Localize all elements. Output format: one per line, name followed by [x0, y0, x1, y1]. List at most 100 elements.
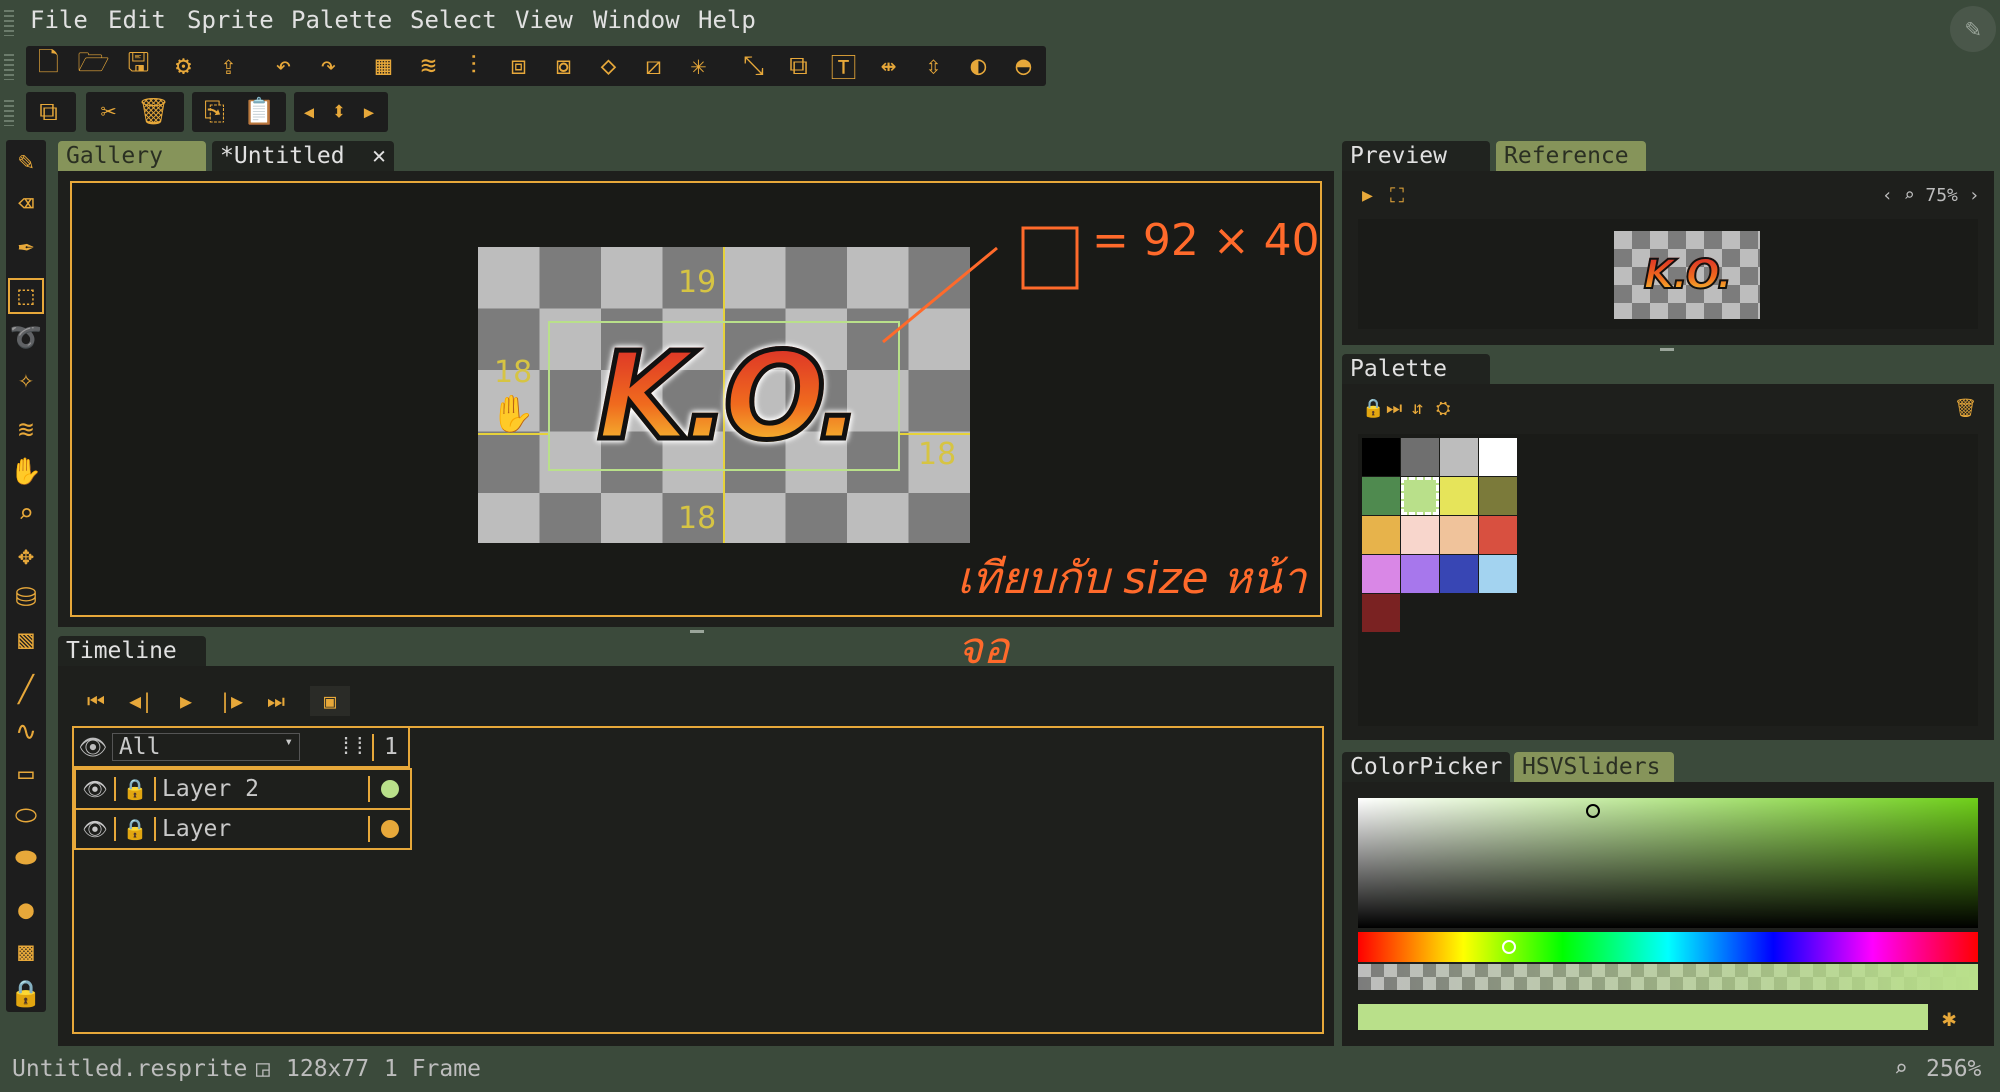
fill-pattern-icon[interactable]: ≋	[6, 410, 46, 450]
palette-swatch[interactable]	[1440, 516, 1478, 554]
saturation-value-field[interactable]	[1358, 798, 1978, 928]
tab-gallery[interactable]: Gallery	[58, 141, 206, 171]
editor-canvas-frame[interactable]: 19 18 18 18 ✋ K.O. = 92 × 40 เทียบกับ si…	[70, 181, 1322, 674]
tab-palette[interactable]: Palette	[1342, 354, 1490, 384]
arrow-right-icon[interactable]: ▸	[354, 92, 384, 132]
eraser-icon[interactable]: ⌫	[6, 184, 46, 224]
first-frame-icon[interactable]: ⏮	[76, 686, 116, 716]
gradient-icon[interactable]: ▧	[6, 620, 46, 660]
visibility-eye-icon[interactable]: 👁	[76, 777, 116, 801]
tile-vertical-icon[interactable]: ⧇	[541, 46, 586, 86]
menu-edit[interactable]: Edit	[108, 6, 166, 34]
eye-icon[interactable]: 👁	[74, 734, 112, 761]
crop-selection-icon[interactable]: ⧉	[26, 92, 71, 132]
tab-hsvsliders[interactable]: HSVSliders	[1514, 752, 1674, 782]
flip-vertical-icon[interactable]: ⇳	[911, 46, 956, 86]
menu-help[interactable]: Help	[698, 6, 756, 34]
palette-swatch[interactable]	[1479, 477, 1517, 515]
filled-ellipse-icon[interactable]: ⬬	[6, 838, 46, 878]
paste-icon[interactable]: 📋	[237, 92, 282, 132]
palette-lock-icon[interactable]: 🔒	[1362, 398, 1384, 419]
palette-swatch[interactable]	[1479, 438, 1517, 476]
arrow-left-icon[interactable]: ◂	[294, 92, 324, 132]
tab-timeline[interactable]: Timeline	[58, 636, 206, 666]
fullscreen-icon[interactable]: ⛶	[1390, 183, 1404, 207]
grid-dots-icon[interactable]: ⁞⁞	[334, 733, 374, 761]
magic-wand-icon[interactable]: ✧	[6, 360, 46, 400]
mirror-icon[interactable]: ◐	[956, 46, 1001, 86]
palette-swatch[interactable]	[1401, 555, 1439, 593]
menu-select[interactable]: Select	[410, 6, 497, 34]
frame-number[interactable]: 1	[374, 734, 408, 760]
curve-icon[interactable]: ∿	[6, 712, 46, 752]
palette-swatch[interactable]	[1362, 594, 1400, 632]
tab-colorpicker[interactable]: ColorPicker	[1342, 752, 1510, 782]
dither-icon[interactable]: ▩	[6, 932, 46, 972]
hue-cursor[interactable]	[1502, 940, 1516, 954]
palette-swatch[interactable]	[1440, 477, 1478, 515]
palette-swatch[interactable]	[1401, 438, 1439, 476]
loop-icon[interactable]: ▣	[310, 686, 350, 716]
symmetry-icon[interactable]: ✳	[676, 46, 721, 86]
rectangle-icon[interactable]: ▭	[6, 754, 46, 794]
lock-tool-icon[interactable]: 🔒	[6, 974, 46, 1014]
palette-swatch[interactable]	[1440, 438, 1478, 476]
next-frame-icon[interactable]: |▶	[211, 686, 251, 716]
menu-palette[interactable]: Palette	[291, 6, 392, 34]
eyedropper-icon[interactable]: ✒	[6, 226, 46, 266]
shading-icon[interactable]: ●	[6, 890, 46, 930]
tab-reference[interactable]: Reference	[1496, 141, 1646, 171]
alpha-slider[interactable]	[1358, 964, 1978, 990]
visibility-eye-icon[interactable]: 👁	[76, 817, 116, 841]
hue-slider[interactable]	[1358, 932, 1978, 962]
bucket-icon[interactable]: ⛁	[6, 578, 46, 618]
redo-icon[interactable]: ↷	[306, 46, 351, 86]
sv-cursor[interactable]	[1586, 804, 1600, 818]
last-frame-icon[interactable]: ⏭	[256, 686, 296, 716]
lasso-icon[interactable]: ➰	[6, 318, 46, 358]
line-icon[interactable]: ╱	[6, 670, 46, 710]
layer-row-layer2[interactable]: 👁 🔒 Layer 2	[74, 768, 412, 810]
lock-icon[interactable]: 🔒	[116, 777, 156, 801]
text-icon[interactable]: 🅃	[821, 46, 866, 86]
palette-swatch[interactable]	[1362, 438, 1400, 476]
palette-swatch[interactable]	[1362, 555, 1400, 593]
resize-icon[interactable]: ⤡	[731, 46, 776, 86]
arrow-updown-icon[interactable]: ⬍	[324, 92, 354, 132]
preview-play-icon[interactable]: ▶	[1362, 185, 1373, 206]
layers-icon[interactable]: ≋	[406, 46, 451, 86]
duplicate-icon[interactable]: ⧉	[776, 46, 821, 86]
pencil-icon[interactable]: ✎	[6, 142, 46, 182]
palette-delete-icon[interactable]: 🗑	[1954, 398, 1977, 419]
layer-name[interactable]: Layer 2	[156, 776, 370, 802]
palette-swatch[interactable]	[1362, 477, 1400, 515]
menu-view[interactable]: View	[515, 6, 573, 34]
toolbar2-grip[interactable]	[4, 100, 14, 126]
menu-grip[interactable]	[4, 10, 14, 36]
outline-icon[interactable]: ◓	[1001, 46, 1046, 86]
adjust-sliders-icon[interactable]: ⫶	[451, 46, 496, 86]
palette-merge-icon[interactable]: ⛭	[1436, 398, 1450, 419]
trash-icon[interactable]: 🗑	[131, 92, 176, 132]
splitter-handle[interactable]	[690, 630, 704, 633]
edit-pencil-icon[interactable]: ✎	[1950, 6, 1996, 52]
lock-icon[interactable]: 🔒	[116, 817, 156, 841]
toolbar-grip[interactable]	[4, 54, 14, 80]
splitter-handle-right[interactable]	[1660, 348, 1674, 351]
layer-name[interactable]: Layer	[156, 816, 370, 842]
cel-cell[interactable]	[370, 820, 410, 838]
palette-swatch[interactable]	[1362, 516, 1400, 554]
export-icon[interactable]: ⇪	[206, 46, 251, 86]
tab-untitled[interactable]: *Untitled ✕	[212, 141, 394, 171]
layer-row-layer[interactable]: 👁 🔒 Layer	[74, 808, 412, 850]
ellipse-icon[interactable]: ⬭	[6, 796, 46, 836]
palette-swatch[interactable]	[1440, 555, 1478, 593]
rect-select-icon[interactable]: ⬚	[6, 276, 46, 316]
palette-swatch[interactable]	[1479, 516, 1517, 554]
palette-sort-icon[interactable]: ⇵	[1412, 398, 1423, 419]
zoom-icon[interactable]: ⌕	[6, 494, 46, 534]
tile-horizontal-icon[interactable]: ⧈	[496, 46, 541, 86]
close-icon[interactable]: ✕	[372, 141, 386, 171]
palette-skip-icon[interactable]: ⏭	[1386, 398, 1402, 419]
settings-gear-icon[interactable]: ⚙	[161, 46, 206, 86]
